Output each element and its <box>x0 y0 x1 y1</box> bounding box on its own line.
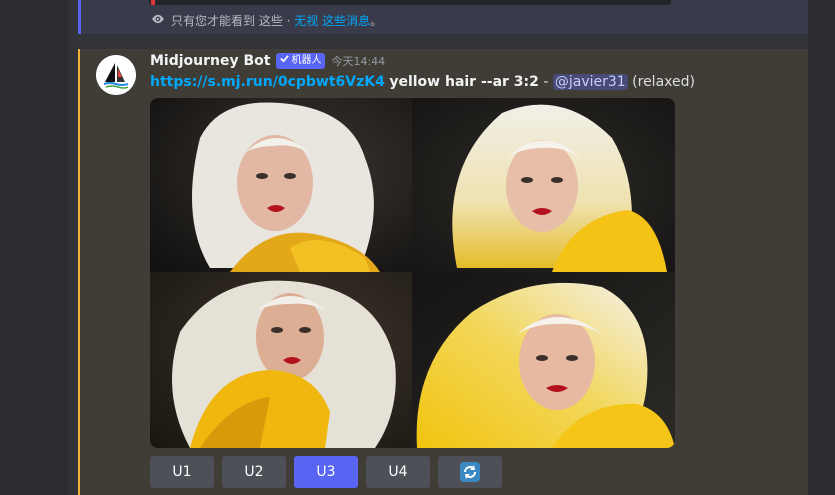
mode-text: (relaxed) <box>632 74 695 90</box>
grid-image-1[interactable] <box>150 98 412 272</box>
upscale-3-button[interactable]: U3 <box>294 456 358 488</box>
reroll-button[interactable] <box>438 456 502 488</box>
upscale-2-button[interactable]: U2 <box>222 456 286 488</box>
prompt-link[interactable]: https://s.mj.run/0cpbwt6VzK4 <box>150 74 385 90</box>
checkmark-icon <box>280 54 290 68</box>
prompt-text: yellow hair --ar 3:2 <box>389 74 539 90</box>
left-panel <box>0 0 68 495</box>
sailboat-icon <box>96 55 136 95</box>
avatar[interactable] <box>96 55 136 95</box>
timestamp[interactable]: 今天14:44 <box>331 53 385 69</box>
note-tail: 。 <box>370 14 383 28</box>
message-header: Midjourney Bot 机器人 今天14:44 <box>150 53 385 69</box>
message-content: https://s.mj.run/0cpbwt6VzK4 yellow hair… <box>150 74 695 90</box>
grid-image-4[interactable] <box>412 272 675 448</box>
separator: - <box>543 74 549 90</box>
bot-message: Midjourney Bot 机器人 今天14:44 https://s.mj.… <box>78 49 808 495</box>
ephemeral-embed-accent <box>151 0 155 5</box>
bot-badge-label: 机器人 <box>291 55 322 66</box>
upscale-1-button[interactable]: U1 <box>150 456 214 488</box>
grid-image-2[interactable] <box>412 98 675 272</box>
ephemeral-message: 只有您才能看到 这些 · 无视 这些消息。 <box>78 0 808 34</box>
ephemeral-note: 只有您才能看到 这些 · 无视 这些消息。 <box>151 12 382 29</box>
user-mention[interactable]: @javier31 <box>552 74 628 90</box>
eye-icon <box>151 12 165 29</box>
visibility-text: 只有您才能看到 这些 · <box>171 14 295 28</box>
ephemeral-embed-bar <box>149 0 671 5</box>
dismiss-link[interactable]: 无视 这些消息 <box>294 14 370 28</box>
username[interactable]: Midjourney Bot <box>150 53 270 69</box>
right-panel <box>808 0 835 495</box>
grid-image-3[interactable] <box>150 272 412 448</box>
refresh-icon <box>459 461 481 483</box>
upscale-4-button[interactable]: U4 <box>366 456 430 488</box>
bot-badge: 机器人 <box>276 53 326 69</box>
image-grid[interactable] <box>150 98 675 448</box>
action-buttons: U1 U2 U3 U4 <box>150 456 502 488</box>
